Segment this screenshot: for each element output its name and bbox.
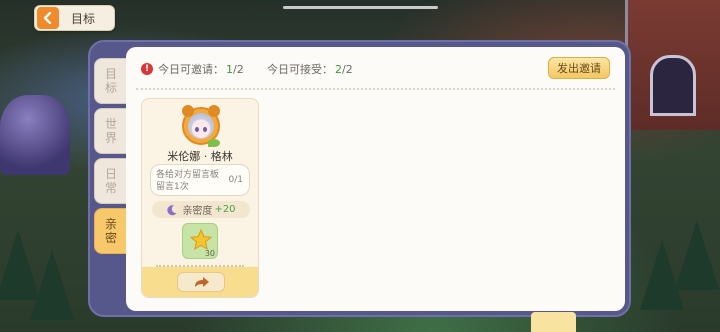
reward-item[interactable]: 30 xyxy=(182,223,218,259)
back-label: 目标 xyxy=(71,11,96,26)
reward-count: 30 xyxy=(204,249,215,258)
tab-label: 目 xyxy=(104,67,117,81)
tab-label: 常 xyxy=(104,181,117,195)
accept-quota-max: /2 xyxy=(342,62,353,76)
tree xyxy=(675,220,719,290)
friend-card: 米伦娜 · 格林 各给对方留言板留言1次 0/1 亲密度 +20 30 xyxy=(141,98,259,298)
castle-building xyxy=(625,0,720,130)
accept-quota: 今日可接受： 2 /2 xyxy=(267,61,353,77)
avatar-ear xyxy=(208,105,220,117)
avatar-eye xyxy=(195,127,199,132)
task-box: 各给对方留言板留言1次 0/1 xyxy=(150,164,250,196)
tab-label: 标 xyxy=(104,81,117,95)
intimacy-value: +20 xyxy=(214,204,236,215)
alert-icon: ! xyxy=(141,63,153,75)
invite-quota: ! 今日可邀请： 1 /2 xyxy=(141,61,244,77)
tab-label: 世 xyxy=(104,117,117,131)
moon-icon xyxy=(167,204,177,215)
tab-goals[interactable]: 目 标 xyxy=(94,58,128,104)
tab-intimacy[interactable]: 亲 密 xyxy=(94,208,128,254)
leaf-decoration xyxy=(208,139,220,147)
task-description: 各给对方留言板留言1次 xyxy=(156,170,220,192)
tab-daily[interactable]: 日 常 xyxy=(94,158,128,204)
avatar-face xyxy=(188,113,214,139)
tab-label: 亲 xyxy=(104,217,117,231)
tree xyxy=(30,250,74,320)
accept-quota-label: 今日可接受： xyxy=(267,63,333,76)
back-button[interactable]: 目标 xyxy=(34,5,115,31)
intimacy-label: 亲密度 xyxy=(182,206,213,217)
send-arrow-icon xyxy=(195,277,209,287)
card-footer xyxy=(142,267,258,297)
status-handle xyxy=(283,6,438,9)
invite-quota-current: 1 xyxy=(226,62,233,76)
send-button[interactable] xyxy=(177,272,225,292)
send-invite-button[interactable]: 发出邀请 xyxy=(548,57,610,79)
avatar-eye xyxy=(203,127,207,132)
tab-label: 日 xyxy=(104,167,117,181)
invite-quota-label: 今日可邀请： xyxy=(158,63,224,76)
observatory-dome xyxy=(0,95,70,175)
back-arrow-icon xyxy=(37,7,59,29)
tab-label: 界 xyxy=(104,131,117,145)
accept-quota-current: 2 xyxy=(335,62,342,76)
tab-world[interactable]: 世 界 xyxy=(94,108,128,154)
invite-quota-max: /2 xyxy=(233,62,244,76)
intimacy-reward: 亲密度 +20 xyxy=(152,201,250,218)
tab-label: 密 xyxy=(104,231,117,245)
task-progress: 0/1 xyxy=(228,175,243,185)
bottom-tab-edge xyxy=(531,312,576,332)
friend-name: 米伦娜 · 格林 xyxy=(167,150,233,163)
